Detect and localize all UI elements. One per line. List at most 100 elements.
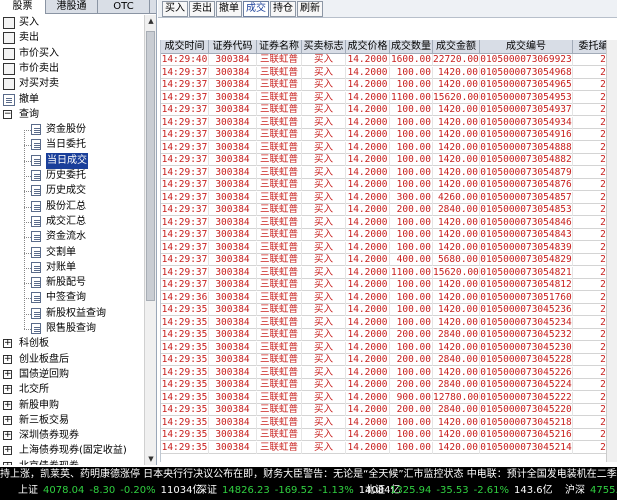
tree-item[interactable]: + 北京债券现券 — [0, 459, 143, 465]
expand-icon[interactable]: + — [3, 339, 12, 349]
table-row[interactable]: 14:29:37 300384 三联虹普 买入 14.2000 100.00 1420.00… — [161, 179, 617, 191]
tree-item[interactable]: + 北交所 — [0, 382, 143, 398]
table-row[interactable]: 14:29:35 300384 三联虹普 买入 14.2000 100.00 1420.00… — [161, 429, 617, 441]
tree-item[interactable]: + 国债逆回购 — [0, 367, 143, 383]
table-row[interactable]: 14:29:35 300384 三联虹普 买入 14.2000 100.00 1420.00… — [161, 416, 617, 429]
table-row[interactable]: 14:29:35 300384 三联虹普 买入 14.2000 100.00 1420.00… — [161, 316, 617, 329]
table-row[interactable]: 14:29:40 300384 三联虹普 买入 14.2000 1600.00 22720.… — [161, 54, 617, 66]
table-row[interactable]: 14:29:35 300384 三联虹普 买入 14.2000 100.00 1420.00… — [161, 304, 617, 316]
column-header[interactable]: 成交价格 — [346, 40, 390, 54]
tree-item[interactable]: 撤单 — [0, 92, 143, 108]
tab-hk-connect[interactable]: 港股通 — [46, 0, 98, 14]
table-row[interactable]: 14:29:35 300384 三联虹普 买入 14.2000 200.00 2840.00… — [161, 329, 617, 341]
toolbar-button[interactable]: 成交 — [243, 1, 269, 17]
column-header[interactable]: 证券名称 — [257, 40, 302, 54]
toolbar-button[interactable]: 刷新 — [297, 1, 323, 17]
table-row[interactable]: 14:29:35 300384 三联虹普 买入 14.2000 200.00 2840.00… — [161, 379, 617, 391]
expand-icon[interactable]: + — [3, 385, 12, 395]
table-row[interactable]: 14:29:37 300384 三联虹普 买入 14.2000 200.00 2840.00… — [161, 204, 617, 216]
expand-icon[interactable]: + — [3, 446, 12, 456]
tree-item[interactable]: 历史成交 — [0, 183, 143, 199]
tree-item[interactable]: 限售股查询 — [0, 321, 143, 337]
tree-item[interactable]: 交割单 — [0, 245, 143, 261]
toolbar-button[interactable]: 买入 — [162, 1, 188, 17]
tree-item[interactable]: 当日委托 — [0, 137, 143, 153]
table-row[interactable]: 14:29:37 300384 三联虹普 买入 14.2000 300.00 4260.00… — [161, 191, 617, 204]
table-row[interactable]: 14:29:36 300384 三联虹普 买入 14.2000 100.00 1420.00… — [161, 291, 617, 304]
toolbar-button[interactable]: 撤单 — [216, 1, 242, 17]
column-header[interactable]: 成交数量 — [390, 40, 433, 54]
tree-item[interactable]: 股份汇总 — [0, 199, 143, 215]
index-quote: 上证 4078.04 -8.30 -0.20% 11034亿 — [18, 482, 207, 500]
table-row[interactable]: 14:29:35 300384 三联虹普 买入 14.2000 100.00 1420.00… — [161, 441, 617, 454]
table-scrollbar[interactable] — [606, 40, 617, 462]
expand-icon[interactable]: + — [3, 461, 12, 465]
table-row[interactable]: 14:29:37 300384 三联虹普 买入 14.2000 100.00 1420.00… — [161, 141, 617, 154]
expand-icon[interactable]: + — [3, 400, 12, 410]
tree-item[interactable]: 对账单 — [0, 260, 143, 276]
tree-scrollbar[interactable]: ▲ ▼ — [144, 15, 156, 465]
table-row[interactable]: 14:29:37 300384 三联虹普 买入 14.2000 400.00 5680.00… — [161, 254, 617, 266]
table-row[interactable]: 14:29:37 300384 三联虹普 买入 14.2000 100.00 1420.00… — [161, 241, 617, 254]
tree-item[interactable]: 市价卖出 — [0, 61, 143, 77]
table-row[interactable]: 14:29:35 300384 三联虹普 买入 14.2000 100.00 1420.00… — [161, 341, 617, 354]
scroll-down-icon[interactable]: ▼ — [145, 453, 156, 465]
table-cell: 三联虹普 — [257, 104, 302, 116]
expand-icon[interactable]: + — [3, 415, 12, 425]
table-row[interactable]: 14:29:35 300384 三联虹普 买入 14.2000 100.00 1420.00… — [161, 366, 617, 379]
table-row[interactable]: 14:29:35 300384 三联虹普 买入 14.2000 200.00 2840.00… — [161, 404, 617, 416]
scroll-thumb[interactable] — [146, 31, 155, 301]
tree-item[interactable]: − 查询 — [0, 107, 143, 123]
tree-item[interactable]: + 创业板盘后 — [0, 352, 143, 368]
tree-item[interactable]: + 新三板交易 — [0, 413, 143, 429]
table-row[interactable]: 14:29:37 300384 三联虹普 买入 14.2000 100.00 1420.00… — [161, 166, 617, 179]
table-row[interactable]: 14:29:37 300384 三联虹普 买入 14.2000 100.00 1420.00… — [161, 79, 617, 91]
collapse-icon[interactable]: − — [3, 109, 12, 119]
tree-item[interactable]: 资金股份 — [0, 122, 143, 138]
table-row[interactable]: 14:29:37 300384 三联虹普 买入 14.2000 100.00 1420.00… — [161, 154, 617, 166]
tree-item[interactable]: + 新股申购 — [0, 398, 143, 414]
tree-item[interactable]: + 科创板 — [0, 336, 143, 352]
table-cell: 1420.00 — [433, 154, 480, 166]
table-row[interactable]: 14:29:37 300384 三联虹普 买入 14.2000 100.00 1420.00… — [161, 129, 617, 141]
table-row[interactable]: 14:29:37 300384 三联虹普 买入 14.2000 100.00 1420.00… — [161, 66, 617, 79]
table-row[interactable]: 14:29:35 300384 三联虹普 买入 14.2000 200.00 2840.00… — [161, 354, 617, 366]
tab-otc[interactable]: OTC — [98, 0, 150, 14]
tree-item[interactable]: 买入 — [0, 15, 143, 31]
table-row[interactable]: 14:29:37 300384 三联虹普 买入 14.2000 100.00 1420.00… — [161, 216, 617, 229]
scroll-up-icon[interactable]: ▲ — [145, 15, 156, 27]
tree-item[interactable]: 历史委托 — [0, 168, 143, 184]
expand-icon[interactable]: + — [3, 431, 12, 441]
table-cell: 14.2000 — [346, 216, 390, 229]
tree-item[interactable]: 市价买入 — [0, 46, 143, 62]
tree-item[interactable]: 成交汇总 — [0, 214, 143, 230]
toolbar-button[interactable]: 卖出 — [189, 1, 215, 17]
expand-icon[interactable]: + — [3, 369, 12, 379]
table-row[interactable]: 14:29:37 300384 三联虹普 买入 14.2000 1100.00 15620.… — [161, 266, 617, 279]
column-header[interactable]: 成交金额 — [433, 40, 480, 54]
table-row[interactable]: 14:29:37 300384 三联虹普 买入 14.2000 100.00 1420.00… — [161, 229, 617, 241]
table-row[interactable]: 14:29:35 300384 三联虹普 买入 14.2000 900.00 12780.0… — [161, 391, 617, 404]
table-row[interactable]: 14:29:37 300384 三联虹普 买入 14.2000 100.00 1420.00… — [161, 104, 617, 116]
tree-item[interactable]: 中签查询 — [0, 290, 143, 306]
tree-item[interactable]: 卖出 — [0, 30, 143, 46]
tree-item[interactable]: + 深圳债券现券 — [0, 428, 143, 444]
table-cell: 0105000073045218 — [480, 416, 573, 429]
table-row[interactable]: 14:29:37 300384 三联虹普 买入 14.2000 1100.00 15620.… — [161, 91, 617, 104]
table-cell: 14.2000 — [346, 279, 390, 291]
tree-item[interactable]: + 上海债券现券(固定收益) — [0, 443, 143, 459]
tree-item[interactable]: 新股权益查询 — [0, 306, 143, 322]
column-header[interactable]: 成交时间 — [161, 40, 209, 54]
tree-item[interactable]: 资金流水 — [0, 229, 143, 245]
column-header[interactable]: 买卖标志 — [302, 40, 346, 54]
toolbar-button[interactable]: 持仓 — [270, 1, 296, 17]
table-row[interactable]: 14:29:37 300384 三联虹普 买入 14.2000 100.00 1420.00… — [161, 116, 617, 129]
table-row[interactable]: 14:29:37 300384 三联虹普 买入 14.2000 100.00 1420.00… — [161, 279, 617, 291]
column-header[interactable]: 证券代码 — [209, 40, 257, 54]
column-header[interactable]: 成交编号 — [480, 40, 573, 54]
tree-item[interactable]: 新股配号 — [0, 275, 143, 291]
tree-item[interactable]: 当日成交 — [0, 152, 143, 169]
expand-icon[interactable]: + — [3, 354, 12, 364]
tree-item[interactable]: 对买对卖 — [0, 76, 143, 92]
tab-stock[interactable]: 股票 — [0, 0, 46, 14]
